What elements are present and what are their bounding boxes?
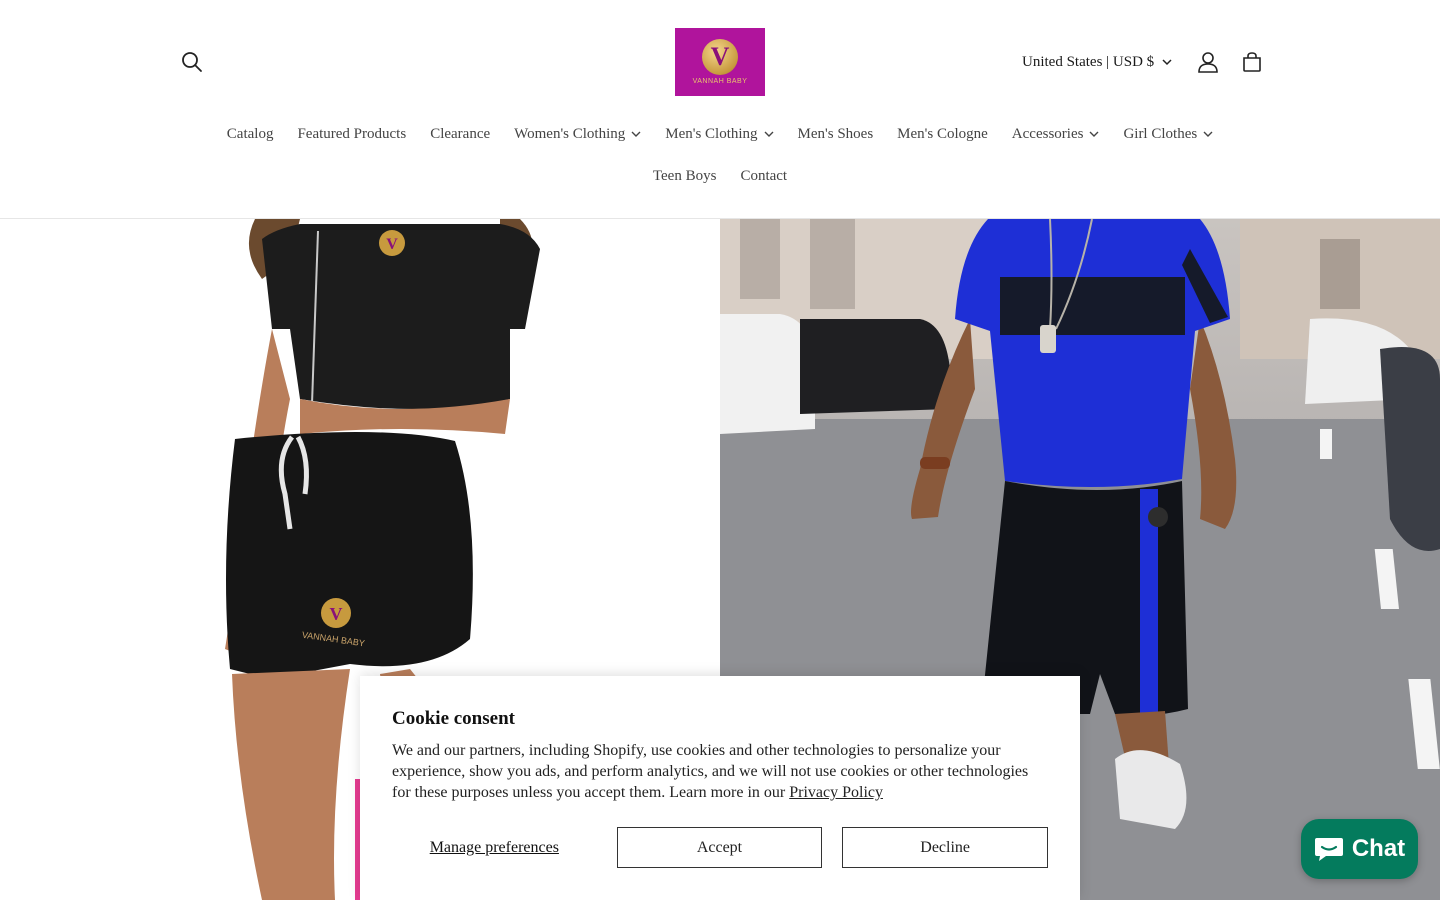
accept-cookies-button[interactable]: Accept [616,827,823,868]
search-icon [182,52,202,72]
nav-item-girl-clothes[interactable]: Girl Clothes [1111,120,1225,148]
nav-item-contact[interactable]: Contact [728,162,799,190]
nav-item-label: Featured Products [297,125,407,142]
nav-item-accessories[interactable]: Accessories [1000,120,1112,148]
nav-item-label: Clearance [430,125,491,142]
nav-item-womens-clothing[interactable]: Women's Clothing [502,120,653,148]
site-header: V VANNAH BABY United States | USD $ Cata… [0,0,1440,219]
chat-button-label: Chat [1351,835,1406,862]
main-nav-row-1: Catalog Featured Products Clearance Wome… [0,120,1440,148]
chevron-down-icon [631,131,641,137]
cookie-consent-banner: Cookie consent We and our partners, incl… [360,676,1080,900]
nav-item-label: Accessories [1011,125,1084,142]
store-logo[interactable]: V VANNAH BABY [675,28,765,96]
nav-item-label: Catalog [226,125,274,142]
nav-item-mens-clothing[interactable]: Men's Clothing [653,120,785,148]
country-selector-label: United States | USD $ [1022,53,1155,70]
nav-item-label: Men's Shoes [797,125,874,142]
cookie-consent-text: We and our partners, including Shopify, … [392,740,1048,803]
nav-item-featured-products[interactable]: Featured Products [285,120,418,148]
nav-item-label: Contact [740,167,788,184]
main-nav-row-2: Teen Boys Contact [0,162,1440,190]
account-icon [1198,52,1218,73]
nav-item-label: Teen Boys [652,167,717,184]
search-button[interactable] [176,46,208,78]
shopify-chat-button[interactable]: Chat [1301,819,1418,879]
cart-icon [1243,52,1261,72]
country-selector[interactable]: United States | USD $ [1014,46,1180,78]
svg-text:V: V [386,236,398,253]
cart-button[interactable] [1236,46,1268,78]
cookie-consent-body: We and our partners, including Shopify, … [392,742,1029,801]
cookie-consent-actions: Manage preferences Accept Decline [392,827,1048,868]
nav-item-teen-boys[interactable]: Teen Boys [641,162,729,190]
decline-cookies-button[interactable]: Decline [842,827,1048,868]
chevron-down-icon [764,131,774,137]
cookie-consent-title: Cookie consent [392,708,515,729]
nav-item-label: Men's Cologne [897,125,988,142]
nav-item-mens-shoes[interactable]: Men's Shoes [786,120,886,148]
nav-item-mens-cologne[interactable]: Men's Cologne [885,120,1000,148]
nav-item-label: Men's Clothing [665,125,758,142]
nav-item-catalog[interactable]: Catalog [215,120,286,148]
chevron-down-icon [1089,131,1099,137]
nav-item-label: Girl Clothes [1123,125,1198,142]
logo-emblem: V [702,39,738,75]
manage-preferences-button[interactable]: Manage preferences [392,827,597,868]
nav-item-clearance[interactable]: Clearance [418,120,502,148]
chevron-down-icon [1162,58,1172,65]
nav-item-label: Women's Clothing [514,125,626,142]
chat-bubble-icon [1314,838,1343,861]
chevron-down-icon [1203,131,1213,137]
account-button[interactable] [1192,46,1224,78]
svg-text:V: V [330,604,343,624]
privacy-policy-link[interactable]: Privacy Policy [789,784,883,801]
logo-wordmark: VANNAH BABY [692,78,748,85]
